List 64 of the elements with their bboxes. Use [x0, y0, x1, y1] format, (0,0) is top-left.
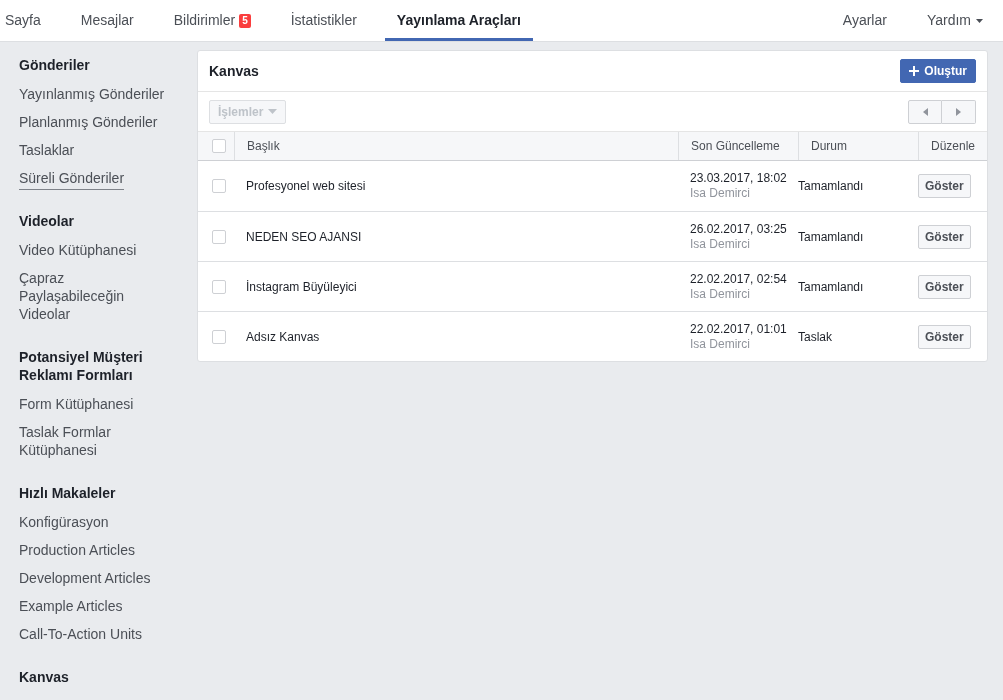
sidebar-link[interactable]: Development Articles	[19, 569, 151, 590]
sidebar-link[interactable]: Form Kütüphanesi	[19, 395, 134, 416]
nav-tab[interactable]: Bildirimler 5	[161, 0, 263, 41]
sidebar-link[interactable]: Example Articles	[19, 597, 123, 618]
author-text: Isa Demirci	[690, 336, 750, 352]
nav-link[interactable]: Ayarlar	[830, 0, 899, 41]
column-header: Son Güncelleme	[691, 138, 780, 155]
row-checkbox[interactable]	[212, 279, 226, 294]
title-text: NEDEN SEO AJANSI	[246, 228, 362, 246]
sidebar-link[interactable]: Taslaklar	[19, 141, 75, 162]
caret-down-icon	[268, 109, 278, 114]
row-checkbox[interactable]	[212, 179, 226, 193]
nav-tab[interactable]: Mesajlar	[68, 0, 146, 41]
nav-tab[interactable]: Sayfa	[0, 0, 53, 41]
status-text: Tamamlandı	[798, 228, 864, 246]
status-text: Taslak	[798, 328, 832, 346]
status-text: Tamamlandı	[798, 178, 864, 195]
sidebar-link[interactable]: Call-To-Action Units	[19, 625, 142, 646]
help-menu[interactable]: Yardım	[914, 0, 995, 41]
sidebar-heading: Hızlı Makaleler	[19, 484, 117, 502]
previous-page-button[interactable]	[908, 99, 942, 124]
sidebar-heading: Gönderiler	[19, 56, 91, 74]
show-button[interactable]: Göster	[918, 324, 971, 349]
sidebar-heading: Kanvas	[19, 668, 70, 686]
row-checkbox[interactable]	[212, 229, 226, 244]
show-button[interactable]: Göster	[918, 274, 971, 299]
select-all-checkbox[interactable]	[212, 139, 226, 153]
author-text: Isa Demirci	[690, 186, 750, 201]
sidebar-link[interactable]: Konfigürasyon	[19, 513, 109, 534]
show-button[interactable]: Göster	[918, 174, 971, 198]
notification-badge: 5	[239, 13, 251, 28]
column-header: Başlık	[247, 138, 280, 155]
caret-right-icon	[956, 107, 961, 116]
author-text: Isa Demirci	[690, 286, 750, 302]
caret-down-icon	[976, 18, 983, 23]
sidebar-heading: Potansiyel Müşteri Reklamı Formları	[19, 348, 144, 384]
sidebar-link[interactable]: Çapraz Paylaşabileceğin Videolar	[19, 269, 171, 326]
column-header: Düzenle	[931, 138, 976, 155]
sidebar-heading: Videolar	[19, 212, 75, 230]
author-text: Isa Demirci	[690, 236, 750, 252]
sidebar-link[interactable]: Yayınlanmış Gönderiler	[19, 85, 165, 106]
title-text: Adsız Kanvas	[246, 328, 320, 346]
sidebar-link[interactable]: Video Kütüphanesi	[19, 241, 137, 262]
create-button[interactable]: Oluştur	[900, 59, 976, 83]
title-text: Profesyonel web sitesi	[246, 178, 366, 195]
sidebar-link[interactable]: Süreli Gönderiler	[19, 169, 125, 190]
date-text: 22.02.2017, 02:54	[690, 271, 787, 287]
sidebar-link[interactable]: Planlanmış Gönderiler	[19, 113, 158, 134]
status-text: Tamamlandı	[798, 278, 864, 296]
panel-title: Kanvas	[209, 61, 259, 81]
date-text: 23.03.2017, 18:02	[690, 171, 787, 186]
row-checkbox[interactable]	[212, 329, 226, 344]
date-text: 26.02.2017, 03:25	[690, 221, 787, 237]
show-button[interactable]: Göster	[918, 224, 971, 249]
column-header: Durum	[811, 138, 847, 155]
nav-tab[interactable]: Yayınlama Araçları	[384, 0, 533, 41]
date-text: 22.02.2017, 01:01	[690, 321, 787, 337]
sidebar-link[interactable]: Production Articles	[19, 541, 135, 562]
sidebar-link[interactable]: Taslak Formlar Kütüphanesi	[19, 423, 171, 462]
nav-tab[interactable]: İstatistikler	[278, 0, 369, 41]
title-text: İnstagram Büyüleyici	[246, 278, 357, 296]
caret-left-icon	[922, 107, 928, 116]
plus-icon	[909, 66, 920, 76]
next-page-button[interactable]	[942, 99, 976, 124]
